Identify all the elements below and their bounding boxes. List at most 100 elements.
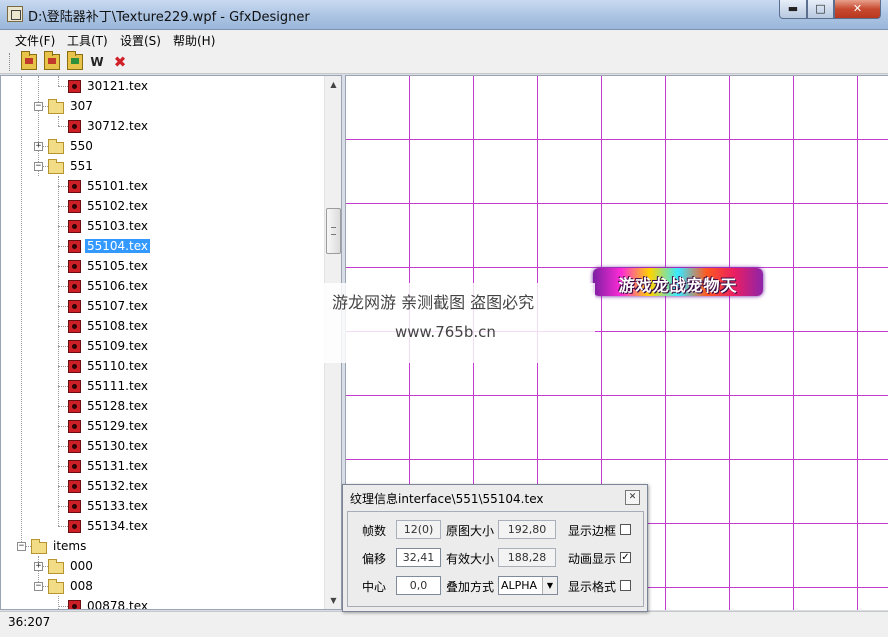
tree-item-label: 55132.tex [87, 479, 148, 493]
tree-file-item[interactable]: 55105.tex [1, 256, 325, 276]
tree-connector [58, 326, 68, 327]
tree-connector [58, 386, 68, 387]
frames-label: 帧数 [362, 524, 387, 538]
texture-file-icon [68, 120, 81, 133]
menu-file[interactable]: 文件(F) [15, 32, 55, 49]
tree-item-label: 55134.tex [87, 519, 148, 533]
open-folder-icon[interactable] [21, 51, 37, 70]
texture-preview: 游戏龙战宠物天 [593, 268, 763, 296]
folder-icon [48, 139, 64, 154]
tree-file-item[interactable]: 55111.tex [1, 376, 325, 396]
tree-file-item[interactable]: 55133.tex [1, 496, 325, 516]
tree-file-item[interactable]: 55134.tex [1, 516, 325, 536]
texture-file-icon [68, 320, 81, 333]
folder-icon [48, 559, 64, 574]
menu-help[interactable]: 帮助(H) [173, 32, 215, 49]
texture-file-icon [68, 280, 81, 293]
close-button[interactable]: ✕ [834, 0, 881, 19]
tree-item-label: 307 [70, 99, 93, 113]
tree-connector [58, 406, 68, 407]
menu-settings[interactable]: 设置(S) [120, 32, 161, 49]
collapse-icon[interactable]: − [34, 582, 43, 591]
file-tree[interactable]: 30121.tex − 307 30712.tex +550 − 551 55101.tex 5… [0, 75, 342, 610]
open-file-icon[interactable] [44, 51, 60, 70]
blend-select[interactable]: ALPHA ▼ [498, 576, 558, 595]
tree-connector [58, 86, 68, 87]
tree-file-item[interactable]: 55128.tex [1, 396, 325, 416]
tree-connector [58, 486, 68, 487]
scroll-down-arrow[interactable]: ▼ [325, 592, 341, 609]
tree-file-item[interactable]: 55131.tex [1, 456, 325, 476]
tree-item-label: 55131.tex [87, 459, 148, 473]
tree-connector [58, 606, 68, 607]
tree-folder-item[interactable]: − 551 [1, 156, 325, 176]
folder-icon [31, 539, 47, 554]
scroll-up-arrow[interactable]: ▲ [325, 76, 341, 93]
tree-connector [58, 426, 68, 427]
tree-file-item[interactable]: 55110.tex [1, 356, 325, 376]
tree-file-item[interactable]: 55130.tex [1, 436, 325, 456]
tree-file-item[interactable]: 55107.tex [1, 296, 325, 316]
texture-file-icon [68, 440, 81, 453]
tree-folder-item[interactable]: − 307 [1, 96, 325, 116]
maximize-button[interactable]: □ [807, 0, 834, 19]
tree-file-item[interactable]: 00878.tex [1, 596, 325, 610]
tree-file-item[interactable]: 55132.tex [1, 476, 325, 496]
orig-size-field: 192,80 [498, 520, 556, 539]
tree-file-item[interactable]: 55109.tex [1, 336, 325, 356]
tree-file-item[interactable]: 30121.tex [1, 76, 325, 96]
tree-item-label: 551 [70, 159, 93, 173]
valid-size-field: 188,28 [498, 548, 556, 567]
tree-item-label: 550 [70, 139, 93, 153]
delete-icon[interactable]: ✖ [112, 54, 128, 70]
tree-file-item[interactable]: 55102.tex [1, 196, 325, 216]
offset-field[interactable]: 32,41 [396, 548, 441, 567]
collapse-icon[interactable]: − [34, 102, 43, 111]
tree-connector [58, 266, 68, 267]
tree-file-item[interactable]: 55108.tex [1, 316, 325, 336]
minimize-button[interactable]: ▬ [779, 0, 807, 19]
tree-folder-item[interactable]: +000 [1, 556, 325, 576]
show-border-label: 显示边框 [568, 524, 617, 538]
menu-tools[interactable]: 工具(T) [67, 32, 108, 49]
show-format-label: 显示格式 [568, 580, 617, 594]
tree-file-item[interactable]: 55129.tex [1, 416, 325, 436]
anim-checkbox[interactable]: ✓ [620, 552, 631, 563]
expand-icon[interactable]: + [34, 562, 43, 571]
center-field[interactable]: 0,0 [396, 576, 441, 595]
texture-file-icon [68, 380, 81, 393]
texture-file-icon [68, 200, 81, 213]
chevron-down-icon[interactable]: ▼ [542, 577, 557, 594]
folder-icon [48, 99, 64, 114]
tree-folder-item[interactable]: − items [1, 536, 325, 556]
tree-folder-item[interactable]: − 008 [1, 576, 325, 596]
tree-file-item[interactable]: 55101.tex [1, 176, 325, 196]
show-border-checkbox[interactable] [620, 524, 631, 535]
tree-item-label: 55128.tex [87, 399, 148, 413]
dialog-close-button[interactable]: ✕ [625, 490, 640, 505]
tree-file-item[interactable]: 55104.tex [1, 236, 325, 256]
blend-label: 叠加方式 [446, 580, 495, 594]
w-tool-button[interactable]: W [89, 54, 105, 70]
export-folder-icon[interactable] [67, 51, 83, 70]
scroll-thumb[interactable] [326, 208, 341, 254]
tree-item-label: 55130.tex [87, 439, 148, 453]
tree-file-item[interactable]: 30712.tex [1, 116, 325, 136]
expand-icon[interactable]: + [34, 142, 43, 151]
tree-item-label: 00878.tex [87, 599, 148, 610]
collapse-icon[interactable]: − [17, 542, 26, 551]
tree-connector [58, 526, 68, 527]
tree-connector [58, 306, 68, 307]
show-format-checkbox[interactable] [620, 580, 631, 591]
tree-file-item[interactable]: 55103.tex [1, 216, 325, 236]
tree-file-item[interactable]: 55106.tex [1, 276, 325, 296]
tree-connector [58, 206, 68, 207]
texture-file-icon [68, 180, 81, 193]
tree-item-label: 55101.tex [87, 179, 148, 193]
toolbar-grip [9, 53, 12, 71]
texture-file-icon [68, 300, 81, 313]
tree-item-label: 000 [70, 559, 93, 573]
orig-size-label: 原图大小 [446, 524, 495, 538]
tree-folder-item[interactable]: +550 [1, 136, 325, 156]
collapse-icon[interactable]: − [34, 162, 43, 171]
